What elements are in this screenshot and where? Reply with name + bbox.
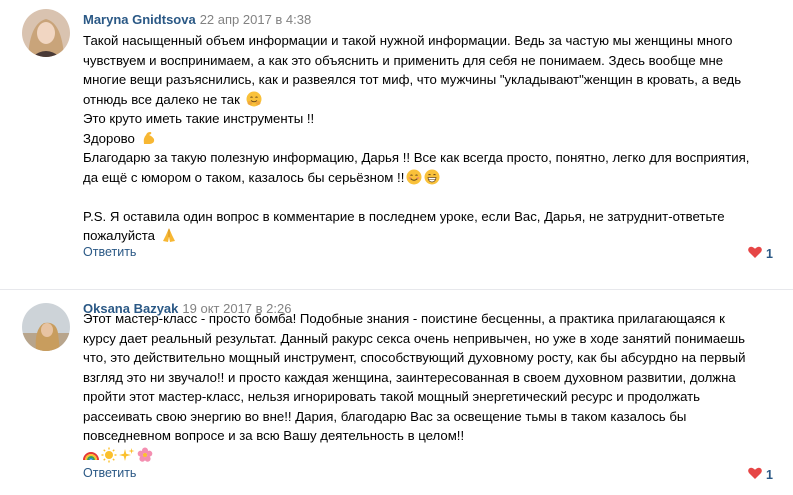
like-button[interactable]: 1 — [748, 246, 773, 261]
like-count: 1 — [766, 467, 773, 482]
text-line: P.S. Я оставила один вопрос в комментари… — [83, 208, 725, 224]
comment-text: Такой насыщенный объем информации и тако… — [83, 31, 773, 246]
comment-header: Maryna Gnidtsova 22 апр 2017 в 4:38 — [83, 12, 311, 27]
text-line: чувствуем и воспринимаем, а как это объя… — [83, 52, 724, 68]
sparkles-emoji — [119, 447, 135, 469]
like-button[interactable]: 1 — [748, 467, 773, 482]
avatar[interactable] — [22, 9, 70, 57]
text-line: курсу дает реальный результат. Данный ра… — [83, 330, 745, 346]
grinning-face-emoji — [424, 169, 440, 191]
text-line-part: отнюдь все далеко не так — [83, 91, 240, 107]
text-line: взгляд это ни звучало!! и просто каждая … — [83, 369, 736, 385]
text-line: что, это действительно мощный инструмент… — [83, 350, 746, 365]
author-name[interactable]: Maryna Gnidtsova — [83, 12, 196, 27]
heart-icon — [748, 467, 762, 482]
comment: Oksana Bazyak 19 окт 2017 в 2:26 Этот мас… — [0, 290, 793, 495]
blossom-emoji — [137, 447, 153, 469]
text-line: Такой насыщенный объем информации и тако… — [83, 33, 733, 48]
text-line: Благодарю за такую полезную информацию, … — [83, 150, 750, 165]
rainbow-emoji — [83, 447, 99, 469]
emoji-line — [83, 446, 773, 466]
text-line: пройти этот мастер-класс, нельзя игнорир… — [83, 389, 701, 404]
avatar[interactable] — [22, 303, 70, 351]
text-line-part: Здорово — [83, 130, 135, 146]
folded-hands-emoji — [161, 227, 177, 249]
heart-icon — [748, 246, 762, 261]
comment-text: Этот мастер-класс - просто бомба! Подобн… — [83, 309, 773, 465]
comment: Maryna Gnidtsova 22 апр 2017 в 4:38 Такой… — [0, 0, 793, 290]
text-line: пожалуйста — [83, 226, 773, 246]
reply-link[interactable]: Ответить — [83, 245, 136, 259]
reply-link[interactable]: Ответить — [83, 466, 136, 480]
text-line: отнюдь все далеко не так — [83, 90, 773, 110]
text-line: повседневном вопросе и за всю Вашу деяте… — [83, 428, 465, 443]
text-line: да ещё с юмором о таком, казалось бы сер… — [83, 168, 773, 188]
text-line: рассеивать свою энергию во вне!! Дария, … — [83, 408, 687, 424]
text-line-part: пожалуйста — [83, 228, 155, 243]
text-line: Это круто иметь такие инструменты !! — [83, 111, 315, 126]
text-line-part: да ещё с юмором о таком, казалось бы сер… — [83, 169, 405, 185]
text-line: Этот мастер-класс - просто бомба! Подобн… — [83, 311, 725, 326]
like-count: 1 — [766, 246, 773, 261]
comment-date[interactable]: 22 апр 2017 в 4:38 — [200, 12, 312, 27]
text-line: Здорово — [83, 129, 773, 149]
sun-emoji — [101, 447, 117, 469]
text-line: многие вещи разъяснились, как и развеялс… — [83, 72, 742, 87]
smiling-face-emoji — [406, 169, 422, 191]
